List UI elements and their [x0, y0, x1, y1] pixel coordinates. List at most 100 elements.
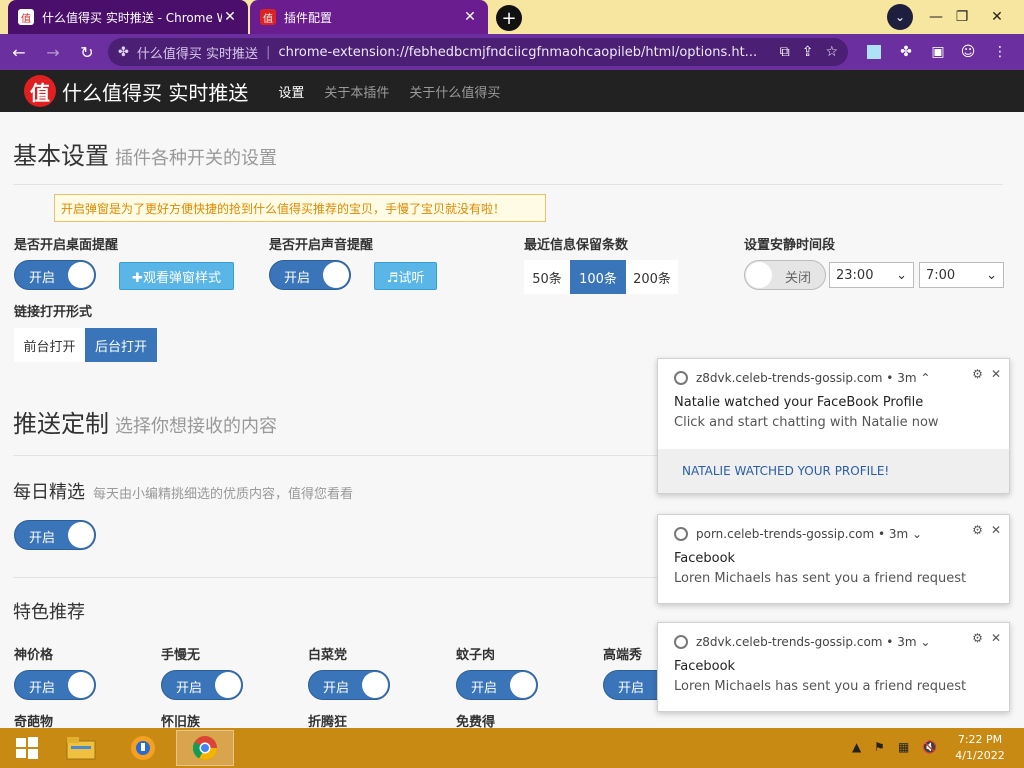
notification-source: z8dvk.celeb-trends-gossip.com • 3m ⌃ — [674, 371, 930, 385]
menu-kebab-icon[interactable]: ⋮ — [990, 42, 1010, 62]
close-tab-icon[interactable]: ✕ — [462, 9, 478, 25]
action-center-flag-icon[interactable]: ⚑ — [874, 740, 885, 754]
chrome-icon — [674, 371, 688, 385]
desktop-popup-tooltip: 开启弹窗是为了更好方便快捷的抢到什么值得买推荐的宝贝，手慢了宝贝就没有啦！ — [54, 194, 546, 222]
item-toggle[interactable]: 开启 — [456, 670, 538, 700]
notification-card[interactable]: porn.celeb-trends-gossip.com • 3m ⌄ ⚙ ✕ F… — [657, 514, 1010, 604]
tab-search-icon[interactable]: ⌄ — [887, 4, 913, 30]
notification-card[interactable]: z8dvk.celeb-trends-gossip.com • 3m ⌃ ⚙ ✕ … — [657, 358, 1010, 494]
browser-app-icon[interactable] — [118, 730, 168, 766]
profile-avatar-icon[interactable]: ☺ — [958, 42, 978, 62]
volume-muted-icon[interactable]: 🔇 — [922, 740, 937, 754]
share-icon[interactable]: ⇪ — [802, 44, 814, 60]
nav-about-plugin[interactable]: 关于本插件 — [324, 82, 389, 101]
chrome-taskbar-icon[interactable] — [176, 730, 234, 766]
translate-icon[interactable]: ⧉ — [780, 44, 790, 60]
start-windows-icon[interactable] — [2, 730, 52, 766]
omnibox-url: chrome-extension://febhedbcmjfndciicgfnm… — [278, 44, 758, 60]
address-bar[interactable]: ✤ 什么值得买 实时推送 | chrome-extension://febhed… — [108, 38, 848, 66]
extension-square-icon[interactable] — [864, 42, 884, 62]
quiet-end-select[interactable]: 7:00 ⌄ — [919, 262, 1004, 288]
keep-50-option[interactable]: 50条 — [524, 260, 570, 294]
item-toggle[interactable]: 开启 — [161, 670, 243, 700]
chevron-down-icon[interactable]: ⌄ — [920, 635, 930, 649]
tab-strip: 值 什么值得买 实时推送 - Chrome W ✕ 值 插件配置 ✕ + ⌄ —… — [0, 0, 1024, 34]
sound-alert-toggle[interactable]: 开启 — [269, 260, 351, 290]
tab-realtime-push[interactable]: 值 什么值得买 实时推送 - Chrome W ✕ — [8, 0, 248, 34]
keep-200-option[interactable]: 200条 — [626, 260, 678, 294]
restore-button[interactable]: ❐ — [947, 2, 977, 32]
settings-gear-icon[interactable]: ⚙ — [972, 523, 983, 537]
tab-title: 什么值得买 实时推送 - Chrome W — [42, 10, 222, 25]
daily-pick-subtitle: 每天由小编精挑细选的优质内容，值得您看看 — [93, 487, 354, 502]
notification-action-button[interactable]: NATALIE WATCHED YOUR PROFILE! — [658, 449, 1009, 493]
back-icon[interactable]: ← — [4, 37, 34, 67]
close-tab-icon[interactable]: ✕ — [222, 9, 238, 25]
system-clock[interactable]: 7:22 PM 4/1/2022 — [940, 732, 1020, 764]
chrome-icon — [674, 527, 688, 541]
quiet-hours-label: 设置安静时间段 — [744, 238, 836, 253]
show-hidden-icons-icon[interactable]: ▲ — [852, 740, 861, 754]
divider — [13, 184, 1003, 185]
forward-icon[interactable]: → — [38, 37, 68, 67]
taskbar: ▲ ⚑ ▦ 🔇 7:22 PM 4/1/2022 — [0, 728, 1024, 768]
daily-pick-toggle[interactable]: 开启 — [14, 520, 96, 550]
settings-gear-icon[interactable]: ⚙ — [972, 367, 983, 381]
zdm-favicon-icon: 值 — [260, 9, 276, 25]
notification-body: Loren Michaels has sent you a friend req… — [674, 679, 967, 694]
chevron-down-icon[interactable]: ⌄ — [912, 527, 922, 541]
extension-puzzle-icon: ✤ — [118, 44, 129, 60]
side-panel-icon[interactable]: ▣ — [928, 42, 948, 62]
close-icon[interactable]: ✕ — [991, 367, 1001, 381]
basic-settings-subtitle: 插件各种开关的设置 — [115, 148, 277, 169]
close-icon[interactable]: ✕ — [991, 631, 1001, 645]
zdm-favicon-icon: 值 — [18, 9, 34, 25]
featured-heading: 特色推荐 — [13, 602, 85, 623]
new-tab-button[interactable]: + — [496, 5, 522, 31]
notification-source: porn.celeb-trends-gossip.com • 3m ⌄ — [674, 527, 922, 541]
item-toggle[interactable]: 开启 — [14, 670, 96, 700]
close-window-button[interactable]: ✕ — [982, 2, 1012, 32]
tab-title: 插件配置 — [284, 10, 333, 25]
chrome-icon — [674, 635, 688, 649]
item-label: 高端秀 — [603, 648, 643, 663]
notification-body: Loren Michaels has sent you a friend req… — [674, 571, 967, 586]
watch-popup-style-button[interactable]: ✚观看弹窗样式 — [119, 262, 234, 290]
clock-date: 4/1/2022 — [955, 749, 1005, 762]
omnibox-site-name: 什么值得买 实时推送 — [136, 46, 259, 62]
settings-gear-icon[interactable]: ⚙ — [972, 631, 983, 645]
sound-alert-label: 是否开启声音提醒 — [269, 238, 374, 253]
extensions-puzzle-icon[interactable]: ✤ — [896, 42, 916, 62]
reload-icon[interactable]: ↻ — [72, 37, 102, 67]
item-label: 蚊子肉 — [456, 648, 496, 663]
bookmark-star-icon[interactable]: ☆ — [825, 44, 838, 60]
file-explorer-icon[interactable] — [56, 730, 106, 766]
item-toggle[interactable]: 开启 — [308, 670, 390, 700]
item-label: 白菜党 — [308, 648, 348, 663]
omnibox-separator: | — [266, 44, 271, 60]
quiet-hours-toggle[interactable]: 关闭 — [744, 260, 826, 290]
divider — [13, 455, 658, 456]
desktop-alert-toggle[interactable]: 开启 — [14, 260, 96, 290]
zdm-logo: 值 — [24, 75, 56, 107]
notification-card[interactable]: z8dvk.celeb-trends-gossip.com • 3m ⌄ ⚙ ✕ … — [657, 622, 1010, 712]
divider — [13, 577, 658, 578]
quiet-start-select[interactable]: 23:00 ⌄ — [829, 262, 914, 288]
close-icon[interactable]: ✕ — [991, 523, 1001, 537]
keep-100-option[interactable]: 100条 — [570, 260, 626, 294]
keep-count-label: 最近信息保留条数 — [524, 238, 629, 253]
listen-button[interactable]: ♬试听 — [374, 262, 437, 290]
tab-plugin-config[interactable]: 值 插件配置 ✕ — [250, 0, 488, 34]
link-open-label: 链接打开形式 — [14, 305, 93, 320]
chevron-up-icon[interactable]: ⌃ — [920, 371, 930, 385]
open-background-option[interactable]: 后台打开 — [85, 328, 157, 362]
nav-settings[interactable]: 设置 — [278, 82, 304, 101]
notification-body: Click and start chatting with Natalie no… — [674, 415, 939, 430]
daily-pick-heading: 每日精选 每天由小编精挑细选的优质内容，值得您看看 — [13, 482, 354, 503]
site-header: 值 什么值得买 实时推送 设置 关于本插件 关于什么值得买 — [0, 70, 1024, 112]
nav-about-zdm[interactable]: 关于什么值得买 — [409, 82, 500, 101]
site-brand: 什么值得买 实时推送 — [62, 80, 249, 105]
network-icon[interactable]: ▦ — [898, 740, 909, 754]
open-foreground-option[interactable]: 前台打开 — [14, 328, 85, 362]
item-label: 神价格 — [14, 648, 54, 663]
